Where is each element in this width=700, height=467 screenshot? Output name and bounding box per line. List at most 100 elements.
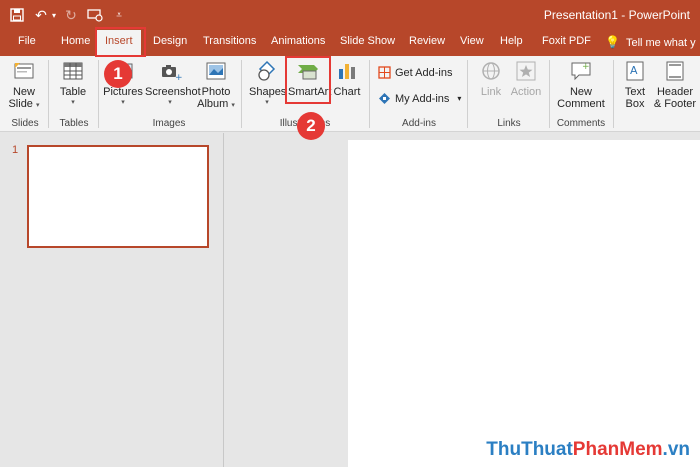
header-footer-icon [666, 61, 684, 81]
chevron-down-icon: ▾ [168, 99, 172, 106]
tab-transitions[interactable]: Transitions [203, 35, 256, 47]
text-box-button[interactable]: A Text Box [620, 59, 650, 110]
group-divider [549, 60, 550, 128]
photo-album-label-1: Photo [201, 86, 231, 98]
group-divider [241, 60, 242, 128]
link-icon [482, 62, 500, 80]
tab-help[interactable]: Help [500, 35, 523, 47]
comment-icon: + [571, 62, 591, 81]
slide-thumbnail[interactable] [27, 145, 209, 248]
screenshot-button[interactable]: + Screenshot ▾ [145, 59, 201, 107]
watermark-part-3: .vn [662, 439, 690, 460]
svg-text:+: + [582, 62, 590, 72]
undo-icon[interactable]: ↶ [32, 6, 50, 24]
tab-foxit-pdf[interactable]: Foxit PDF [542, 35, 591, 47]
present-icon[interactable] [86, 6, 104, 24]
new-comment-label-1: New [569, 86, 592, 98]
store-icon [378, 66, 391, 79]
shapes-label: Shapes [249, 86, 287, 98]
action-star-icon [516, 61, 536, 81]
new-slide-label-2: Slide [8, 98, 33, 110]
tab-home[interactable]: Home [61, 35, 90, 47]
my-addins-button[interactable]: My Add-ins ▾ [378, 92, 461, 105]
chart-button[interactable]: Chart [333, 59, 361, 98]
new-slide-button[interactable]: New Slide ▾ [6, 59, 42, 110]
action-button[interactable]: Action [510, 59, 542, 98]
text-box-label-2: Box [625, 98, 645, 110]
customize-qat-icon[interactable]: ⩡ [110, 6, 128, 24]
photo-album-button[interactable]: Photo Album ▾ [197, 59, 235, 110]
photo-album-icon [206, 62, 226, 80]
tab-animations[interactable]: Animations [271, 35, 325, 47]
lightbulb-icon: 💡 [605, 35, 620, 49]
photo-album-label-2: Album [197, 98, 229, 110]
tab-view[interactable]: View [460, 35, 484, 47]
group-divider [48, 60, 49, 128]
quick-access-toolbar: ↶ ▾ ↻ ⩡ [8, 6, 128, 24]
shapes-button[interactable]: Shapes ▾ [249, 59, 287, 107]
svg-text:+: + [175, 73, 182, 83]
tab-design[interactable]: Design [153, 35, 187, 47]
group-divider [613, 60, 614, 128]
chart-icon [339, 64, 355, 79]
step-1-badge: 1 [104, 60, 132, 88]
pictures-label: Pictures [103, 86, 143, 98]
watermark-part-1: ThuThuat [486, 439, 573, 460]
tell-me-box[interactable]: 💡 Tell me what y [605, 35, 696, 49]
link-button[interactable]: Link [476, 59, 506, 98]
my-addins-label: My Add-ins [395, 92, 450, 105]
table-label: Table [59, 86, 87, 98]
watermark-part-2: PhanMem [572, 439, 663, 460]
new-slide-icon [14, 63, 34, 79]
chart-label: Chart [333, 86, 361, 98]
header-footer-button[interactable]: Header & Footer [653, 59, 697, 110]
chevron-down-icon: ▾ [36, 102, 40, 109]
new-slide-label-1: New [12, 86, 35, 98]
header-footer-label-1: Header [656, 86, 694, 98]
chevron-down-icon: ▾ [121, 99, 125, 106]
header-footer-label-2: & Footer [653, 98, 697, 110]
insert-tab-highlight [95, 27, 146, 57]
chevron-down-icon: ▾ [71, 99, 75, 106]
action-label: Action [510, 86, 542, 98]
group-divider [369, 60, 370, 128]
get-addins-button[interactable]: Get Add-ins [378, 66, 452, 79]
tell-me-text: Tell me what y [625, 37, 696, 49]
slide-canvas[interactable] [348, 140, 700, 467]
group-label-tables: Tables [59, 118, 89, 129]
group-label-comments: Comments [556, 118, 606, 129]
shapes-icon [258, 60, 276, 81]
slide-number: 1 [12, 144, 19, 156]
undo-dropdown-icon[interactable]: ▾ [52, 11, 56, 20]
screenshot-label: Screenshot [145, 86, 201, 98]
text-box-label-1: Text [624, 86, 646, 98]
my-addins-icon [379, 93, 390, 104]
step-2-badge: 2 [297, 112, 325, 140]
tab-slide-show[interactable]: Slide Show [340, 35, 395, 47]
get-addins-label: Get Add-ins [395, 66, 453, 79]
redo-icon[interactable]: ↻ [62, 6, 80, 24]
chevron-down-icon: ▾ [231, 102, 235, 109]
group-label-slides: Slides [11, 118, 39, 129]
group-label-images: Images [152, 118, 186, 129]
chevron-down-icon: ▾ [457, 94, 462, 103]
tab-file[interactable]: File [18, 35, 36, 47]
title-bar: ↶ ▾ ↻ ⩡ Presentation1 - PowerPoint [0, 0, 700, 30]
smartart-highlight [285, 56, 331, 104]
tab-review[interactable]: Review [409, 35, 445, 47]
watermark: ThuThuatPhanMem.vn [486, 439, 690, 461]
window-title: Presentation1 - PowerPoint [543, 8, 690, 22]
table-icon [63, 62, 83, 80]
svg-text:A: A [630, 64, 638, 77]
text-box-icon: A [626, 61, 644, 81]
new-comment-button[interactable]: + New Comment [556, 59, 606, 110]
table-button[interactable]: Table ▾ [56, 59, 90, 107]
camera-icon: + [162, 65, 182, 83]
link-label: Link [480, 86, 502, 98]
new-comment-label-2: Comment [557, 98, 605, 110]
group-label-links: Links [497, 118, 521, 129]
group-label-addins: Add-ins [402, 118, 436, 129]
chevron-down-icon: ▾ [265, 99, 269, 106]
save-icon[interactable] [8, 6, 26, 24]
group-divider [467, 60, 468, 128]
